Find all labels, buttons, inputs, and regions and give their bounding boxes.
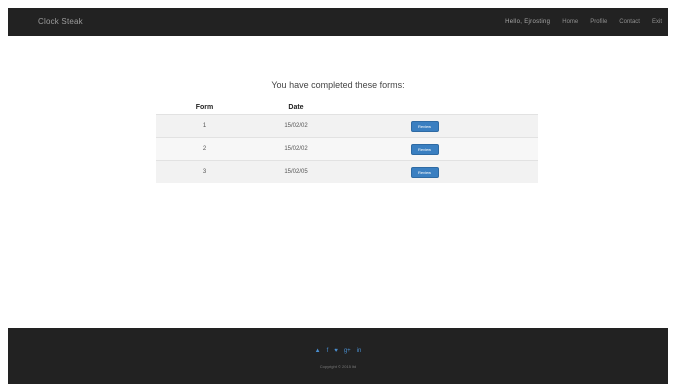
review-button[interactable]: Review (410, 166, 439, 178)
form-number-cell: 1 (156, 114, 253, 138)
action-cell: Review (339, 160, 538, 183)
nav-link-contact[interactable]: Contact (619, 19, 640, 25)
page-heading: You have completed these forms: (271, 80, 405, 90)
column-header-form: Form (195, 103, 214, 111)
table-row: 1 15/02/02 Review (156, 114, 538, 138)
rss-icon[interactable]: ▲ (315, 347, 321, 355)
facebook-icon[interactable]: f (327, 347, 329, 355)
table-row: 2 15/02/02 Review (156, 137, 538, 161)
review-button[interactable]: Review (410, 143, 439, 155)
form-date-cell: 15/02/02 (253, 137, 339, 161)
nav-link-home[interactable]: Home (562, 19, 578, 25)
completed-forms-table: Form Date 1 15/02/02 Review 2 15/02/02 R… (156, 100, 538, 183)
form-number-cell: 2 (156, 137, 253, 161)
action-cell: Review (339, 114, 538, 138)
brand-logo[interactable]: Clock Steak (38, 17, 83, 26)
copyright-text: Copyright © 2015 ltd (319, 364, 357, 369)
form-date-cell: 15/02/05 (253, 160, 339, 183)
twitter-icon[interactable]: ♥ (334, 347, 338, 355)
user-greeting: Hello, Ejrosting (505, 19, 551, 25)
nav-link-exit[interactable]: Exit (652, 19, 662, 25)
top-navbar: Clock Steak Hello, Ejrosting Home Profil… (8, 8, 668, 36)
review-button[interactable]: Review (410, 120, 439, 132)
table-row: 3 15/02/05 Review (156, 160, 538, 183)
google-plus-icon[interactable]: g+ (344, 347, 351, 355)
form-number-cell: 3 (156, 160, 253, 183)
navbar-menu: Hello, Ejrosting Home Profile Contact Ex… (505, 8, 662, 36)
page-footer: ▲ f ♥ g+ in Copyright © 2015 ltd (8, 328, 668, 384)
table-header-row: Form Date (156, 100, 538, 115)
nav-link-profile[interactable]: Profile (590, 19, 607, 25)
column-header-date: Date (288, 103, 304, 111)
action-cell: Review (339, 137, 538, 161)
linkedin-icon[interactable]: in (357, 347, 362, 355)
social-links: ▲ f ♥ g+ in (8, 347, 668, 355)
column-header-action (339, 100, 538, 115)
form-date-cell: 15/02/02 (253, 114, 339, 138)
